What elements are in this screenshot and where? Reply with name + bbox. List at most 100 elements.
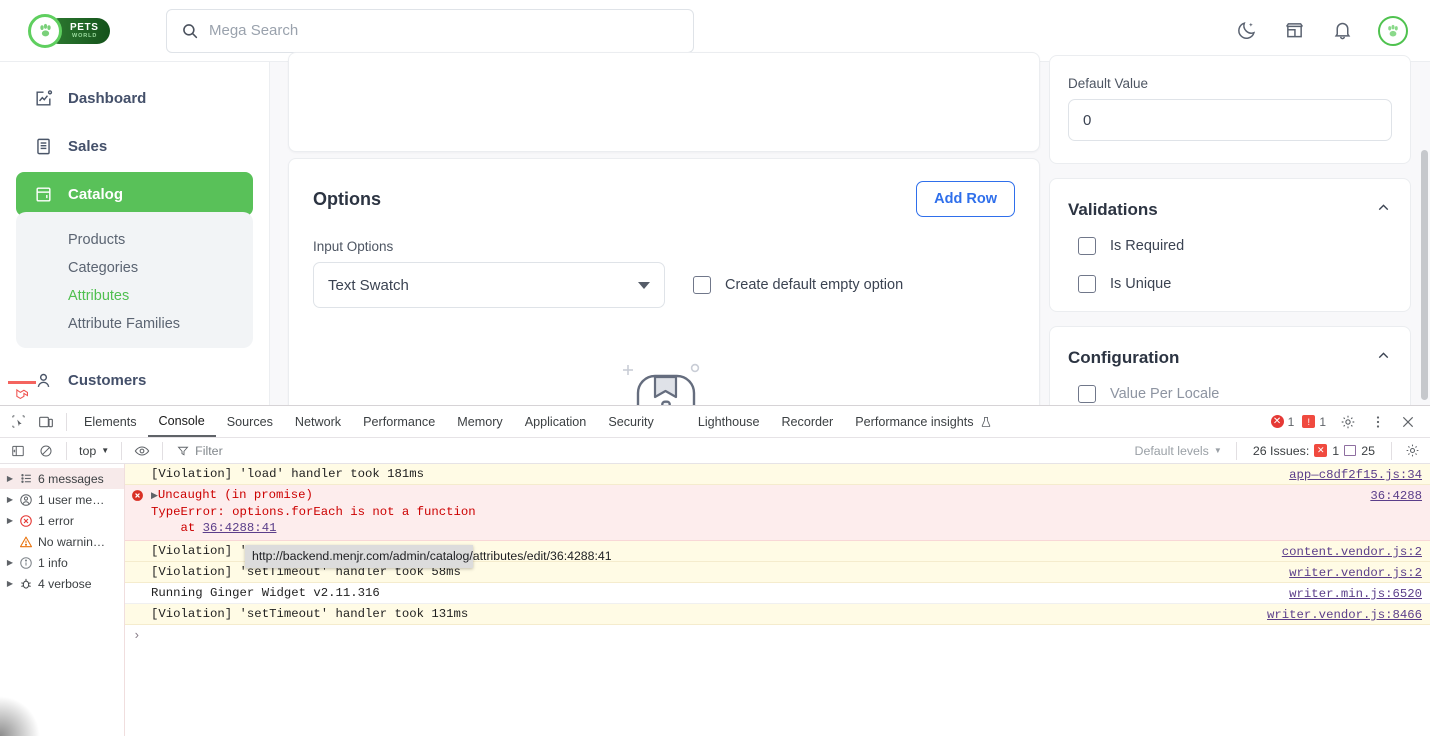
issues-summary[interactable]: 26 Issues: ✕ 1 25 bbox=[1243, 444, 1385, 458]
error-icon: ✕ bbox=[1270, 415, 1284, 428]
notification-bell-icon[interactable] bbox=[1330, 19, 1354, 43]
create-default-empty-option-checkbox[interactable]: Create default empty option bbox=[693, 276, 903, 294]
info-icon bbox=[16, 556, 36, 570]
add-row-button[interactable]: Add Row bbox=[916, 181, 1015, 217]
is-required-checkbox[interactable]: Is Required bbox=[1068, 227, 1392, 265]
store-icon[interactable] bbox=[1282, 19, 1306, 43]
chevron-up-icon[interactable] bbox=[1375, 199, 1392, 221]
expand-arrow-icon[interactable]: ▶ bbox=[4, 558, 16, 567]
inspect-element-icon[interactable] bbox=[4, 408, 32, 436]
sidebar-item-customers[interactable]: Customers bbox=[16, 358, 253, 402]
tab-performance-insights[interactable]: Performance insights bbox=[844, 406, 1002, 437]
console-sidebar-warnings[interactable]: No warnin… bbox=[0, 531, 124, 552]
tab-console[interactable]: Console bbox=[147, 406, 216, 437]
console-sidebar-verbose[interactable]: ▶ 4 verbose bbox=[0, 573, 124, 594]
expand-triangle-icon[interactable]: ▶ bbox=[151, 488, 158, 504]
chevron-up-icon[interactable] bbox=[1375, 347, 1392, 369]
console-sidebar-messages[interactable]: ▶ 6 messages bbox=[0, 468, 124, 489]
console-filter-field[interactable] bbox=[177, 441, 1127, 460]
input-options-row: Text Swatch Create default empty option bbox=[289, 262, 1039, 308]
more-options-icon[interactable] bbox=[1364, 408, 1392, 436]
search-input[interactable] bbox=[209, 9, 693, 52]
mega-search-box[interactable] bbox=[166, 8, 694, 53]
create-default-empty-option-label: Create default empty option bbox=[725, 277, 904, 293]
value-per-locale-checkbox[interactable]: Value Per Locale bbox=[1068, 375, 1392, 405]
tab-memory[interactable]: Memory bbox=[446, 406, 513, 437]
dashboard-icon bbox=[32, 89, 54, 108]
validations-card: Validations Is Required Is Unique bbox=[1049, 178, 1411, 312]
tab-recorder[interactable]: Recorder bbox=[770, 406, 844, 437]
tab-sources[interactable]: Sources bbox=[216, 406, 284, 437]
search-icon bbox=[183, 23, 198, 38]
devtools-tabbar: Elements Console Sources Network Perform… bbox=[0, 406, 1430, 438]
tab-network[interactable]: Network bbox=[284, 406, 352, 437]
expand-arrow-icon[interactable]: ▶ bbox=[4, 495, 16, 504]
tab-security[interactable]: Security bbox=[597, 406, 665, 437]
console-message-row[interactable]: ▶Uncaught (in promise) TypeError: option… bbox=[125, 485, 1430, 541]
user-avatar[interactable] bbox=[1378, 15, 1408, 46]
configuration-header[interactable]: Configuration bbox=[1068, 327, 1392, 375]
sidebar-item-catalog[interactable]: Catalog bbox=[16, 172, 253, 216]
dark-mode-icon[interactable] bbox=[1234, 19, 1258, 43]
input-options-select[interactable]: Text Swatch bbox=[313, 262, 665, 308]
log-levels-dropdown[interactable]: Default levels ▼ bbox=[1127, 444, 1230, 458]
console-message-source-link[interactable]: writer.vendor.js:2 bbox=[1289, 565, 1422, 581]
sidebar-item-products[interactable]: Products bbox=[16, 226, 253, 254]
expand-arrow-icon[interactable]: ▶ bbox=[4, 474, 16, 483]
sidebar-item-dashboard[interactable]: Dashboard bbox=[16, 76, 253, 120]
issues-error-count: 1 bbox=[1332, 443, 1340, 458]
sidebar-item-attribute-families[interactable]: Attribute Families bbox=[16, 310, 253, 338]
expand-arrow-icon[interactable]: ▶ bbox=[4, 516, 16, 525]
device-toolbar-icon[interactable] bbox=[32, 408, 60, 436]
console-sidebar-info[interactable]: ▶ 1 info bbox=[0, 552, 124, 573]
tab-performance[interactable]: Performance bbox=[352, 406, 446, 437]
expand-arrow-icon[interactable]: ▶ bbox=[4, 579, 16, 588]
application-area: PETS WORLD Mega Search Dashboard Sales C… bbox=[0, 0, 1430, 405]
sidebar-item-attributes[interactable]: Attributes bbox=[16, 282, 253, 310]
sidebar-item-sales[interactable]: Sales bbox=[16, 124, 253, 168]
logo-text-main: PETS bbox=[70, 21, 99, 33]
message-icon-spacer bbox=[125, 466, 149, 482]
is-unique-checkbox[interactable]: Is Unique bbox=[1068, 265, 1392, 311]
tab-application[interactable]: Application bbox=[514, 406, 598, 437]
clear-console-icon[interactable] bbox=[32, 437, 60, 465]
warning-count-badge[interactable]: ! 1 bbox=[1302, 415, 1326, 429]
checkbox-box bbox=[693, 276, 711, 294]
console-message-source-link[interactable]: 36:4288 bbox=[1370, 488, 1422, 504]
filterbar-divider-5 bbox=[1391, 441, 1392, 460]
execution-context-selector[interactable]: top ▼ bbox=[73, 444, 115, 458]
catalog-icon bbox=[32, 185, 54, 204]
checkbox-box bbox=[1078, 275, 1096, 293]
validations-header[interactable]: Validations bbox=[1068, 179, 1392, 227]
console-prompt[interactable]: › bbox=[125, 625, 1430, 647]
execution-context-value: top bbox=[79, 443, 97, 458]
console-message-row[interactable]: [Violation] 'load' handler took 181ms ap… bbox=[125, 464, 1430, 485]
console-error-stack-link[interactable]: 36:4288:41 bbox=[203, 521, 277, 535]
close-devtools-icon[interactable] bbox=[1394, 408, 1422, 436]
laravel-debugbar-icon[interactable] bbox=[8, 381, 36, 405]
console-settings-gear-icon[interactable] bbox=[1398, 437, 1426, 465]
console-message-source-link[interactable]: writer.min.js:6520 bbox=[1289, 586, 1422, 602]
tab-lighthouse[interactable]: Lighthouse bbox=[687, 406, 771, 437]
console-sidebar: ▶ 6 messages ▶ 1 user me… ▶ 1 error No w… bbox=[0, 464, 125, 736]
console-message-row[interactable]: [Violation] 'setTimeout' handler took 13… bbox=[125, 604, 1430, 625]
console-message-source-link[interactable]: writer.vendor.js:8466 bbox=[1267, 607, 1422, 623]
live-expression-eye-icon[interactable] bbox=[128, 437, 156, 465]
console-message-row[interactable]: Running Ginger Widget v2.11.316 writer.m… bbox=[125, 583, 1430, 604]
console-sidebar-toggle-icon[interactable] bbox=[4, 437, 32, 465]
error-count-badge[interactable]: ✕ 1 bbox=[1270, 415, 1294, 429]
console-filter-input[interactable] bbox=[195, 443, 396, 458]
page-scrollbar[interactable] bbox=[1421, 150, 1428, 400]
tab-elements[interactable]: Elements bbox=[73, 406, 148, 437]
sidebar-label-dashboard: Dashboard bbox=[68, 89, 147, 107]
default-value-input[interactable] bbox=[1068, 99, 1392, 141]
chevron-down-icon bbox=[638, 281, 650, 289]
console-sidebar-errors[interactable]: ▶ 1 error bbox=[0, 510, 124, 531]
configuration-title: Configuration bbox=[1068, 348, 1180, 367]
console-sidebar-user-messages[interactable]: ▶ 1 user me… bbox=[0, 489, 124, 510]
console-message-source-link[interactable]: content.vendor.js:2 bbox=[1282, 544, 1422, 560]
console-message-source-link[interactable]: app—c8df2f15.js:34 bbox=[1289, 467, 1422, 483]
settings-gear-icon[interactable] bbox=[1334, 408, 1362, 436]
sidebar-item-categories[interactable]: Categories bbox=[16, 254, 253, 282]
pets-world-logo[interactable]: PETS WORLD bbox=[28, 13, 110, 48]
